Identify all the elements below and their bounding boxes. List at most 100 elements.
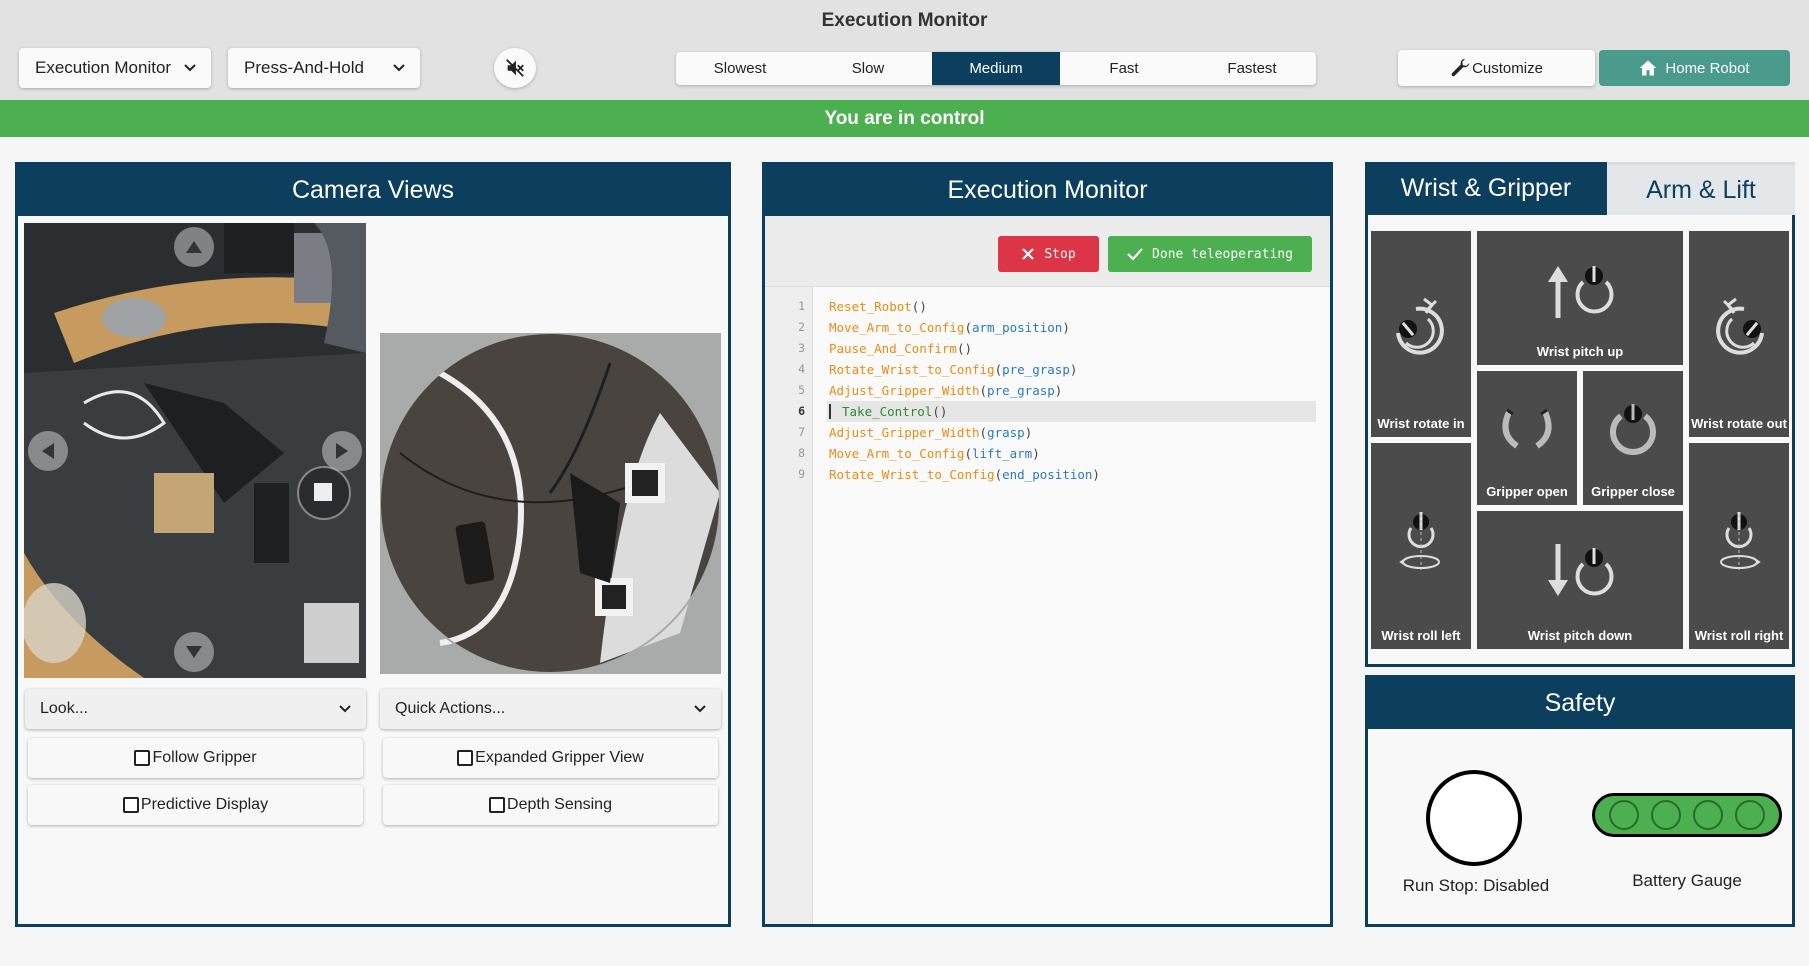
close-paren: )	[1032, 446, 1040, 461]
wrist-pitch-down-button[interactable]: Wrist pitch down	[1477, 511, 1683, 649]
wrist-rotate-out-label: Wrist rotate out	[1691, 416, 1787, 431]
speed-fastest[interactable]: Fastest	[1188, 52, 1316, 85]
speed-fast[interactable]: Fast	[1060, 52, 1188, 85]
wrist-roll-right-button[interactable]: Wrist roll right	[1689, 443, 1789, 649]
look-left-button[interactable]	[28, 431, 68, 471]
wrist-pitch-up-label: Wrist pitch up	[1536, 344, 1624, 359]
function-name: Take_Control	[842, 404, 933, 419]
argument: pre_grasp	[987, 383, 1055, 398]
open-paren: (	[979, 425, 988, 440]
code-line[interactable]: 1 Reset_Robot()	[765, 296, 1330, 317]
wrist-pitch-up-button[interactable]: Wrist pitch up	[1477, 231, 1683, 365]
expanded-gripper-view-toggle[interactable]: Expanded Gripper View	[383, 738, 718, 778]
code-line[interactable]: 6 Take_Control()	[765, 401, 1330, 422]
gripper-camera-feed[interactable]	[380, 333, 721, 674]
code-line[interactable]: 2 Move_Arm_to_Config(arm_position)	[765, 317, 1330, 338]
home-icon	[1640, 60, 1657, 76]
program-code-editor[interactable]: 1 Reset_Robot() 2 Move_Arm_to_Config(arm_po…	[765, 286, 1330, 924]
gripper-open-label: Gripper open	[1486, 484, 1568, 499]
open-paren: (	[994, 467, 1003, 482]
code-line[interactable]: 3 Pause_And_Confirm()	[765, 338, 1330, 359]
look-right-button[interactable]	[322, 431, 362, 471]
triangle-left-icon	[42, 443, 54, 459]
mode-dropdown[interactable]: Execution Monitor	[19, 48, 211, 88]
look-up-button[interactable]	[174, 227, 214, 267]
look-dropdown[interactable]: Look...	[25, 689, 366, 729]
gripper-close-button[interactable]: Gripper close	[1583, 371, 1683, 505]
action-mode-value: Press-And-Hold	[244, 58, 364, 77]
close-paren: )	[1054, 383, 1063, 398]
chevron-down-icon	[393, 64, 405, 72]
battery-gauge	[1592, 793, 1782, 837]
rotate-counterclockwise-icon	[1396, 297, 1444, 355]
code-line[interactable]: 7 Adjust_Gripper_Width(grasp)	[765, 422, 1330, 443]
home-robot-button[interactable]: Home Robot	[1599, 50, 1790, 86]
chevron-down-icon	[694, 705, 706, 713]
run-stop-button[interactable]	[1426, 770, 1522, 866]
home-robot-label: Home Robot	[1665, 59, 1750, 77]
safety-panel: Safety Run Stop: Disabled Battery Gauge	[1365, 675, 1795, 927]
checkbox-icon	[489, 797, 506, 813]
action-mode-dropdown[interactable]: Press-And-Hold	[228, 48, 420, 88]
stop-button[interactable]: Stop	[998, 236, 1099, 272]
mute-button[interactable]	[494, 48, 536, 88]
code-line[interactable]: 9 Rotate_Wrist_to_Config(end_position)	[765, 464, 1330, 485]
look-down-button[interactable]	[174, 632, 214, 672]
open-paren: (	[932, 404, 940, 419]
predictive-display-toggle[interactable]: Predictive Display	[28, 785, 363, 825]
wrist-gripper-panel: Wrist & Gripper Arm & Lift Wrist rotate …	[1365, 162, 1795, 667]
close-paren: )	[1069, 362, 1078, 377]
line-number: 4	[798, 362, 805, 376]
tab-arm-lift[interactable]: Arm & Lift	[1607, 162, 1795, 215]
tab-wrist-gripper[interactable]: Wrist & Gripper	[1365, 162, 1607, 215]
navigation-camera-feed[interactable]	[24, 223, 366, 678]
customize-label: Customize	[1472, 59, 1543, 77]
code-line[interactable]: 5 Adjust_Gripper_Width(pre_grasp)	[765, 380, 1330, 401]
speed-slow[interactable]: Slow	[804, 52, 932, 85]
argument: lift_arm	[972, 446, 1033, 461]
speed-medium[interactable]: Medium	[932, 52, 1060, 85]
wrist-rotate-in-label: Wrist rotate in	[1377, 416, 1465, 431]
camera-views-panel: Camera Views Look... Quick Actions... Fo…	[15, 162, 731, 927]
open-paren: (	[964, 320, 972, 335]
wrist-pitch-down-label: Wrist pitch down	[1527, 628, 1633, 643]
close-paren: )	[1062, 320, 1070, 335]
gripper-open-icon	[1502, 408, 1552, 449]
code-text: Move_Arm_to_Config(lift_arm)	[829, 443, 1040, 464]
roll-right-icon	[1720, 512, 1761, 570]
line-number: 7	[798, 425, 805, 439]
follow-gripper-toggle[interactable]: Follow Gripper	[28, 738, 363, 778]
wrist-roll-left-label: Wrist roll left	[1381, 628, 1461, 643]
roll-left-icon	[1399, 512, 1440, 570]
wrist-rotate-in-button[interactable]: Wrist rotate in	[1371, 231, 1471, 437]
argument: arm_position	[972, 320, 1063, 335]
page-title: Execution Monitor	[821, 10, 988, 31]
navigation-camera-image	[24, 223, 366, 678]
customize-button[interactable]: Customize	[1398, 50, 1595, 86]
code-text: Pause_And_Confirm()	[829, 338, 972, 359]
function-name: Move_Arm_to_Config	[829, 320, 965, 335]
mode-dropdown-value: Execution Monitor	[35, 58, 172, 77]
code-text: Adjust_Gripper_Width(pre_grasp)	[829, 380, 1062, 401]
speed-slowest[interactable]: Slowest	[676, 52, 804, 85]
line-number: 9	[798, 467, 805, 481]
gripper-camera-image	[380, 333, 721, 674]
code-line[interactable]: 8 Move_Arm_to_Config(lift_arm)	[765, 443, 1330, 464]
wrist-roll-left-button[interactable]: Wrist roll left	[1371, 443, 1471, 649]
gripper-open-button[interactable]: Gripper open	[1477, 371, 1577, 505]
function-name: Rotate_Wrist_to_Config	[829, 362, 995, 377]
depth-sensing-label: Depth Sensing	[507, 796, 612, 813]
wrist-rotate-out-button[interactable]: Wrist rotate out	[1689, 231, 1789, 437]
line-number: 3	[798, 341, 805, 355]
open-paren: (	[964, 446, 972, 461]
execution-monitor-panel: Execution Monitor Stop Done teleoperatin…	[762, 162, 1333, 927]
battery-cell	[1651, 800, 1681, 830]
checkbox-icon	[122, 797, 139, 813]
close-paren: )	[1024, 425, 1033, 440]
speed-selector: Slowest Slow Medium Fast Fastest	[676, 52, 1316, 85]
depth-sensing-toggle[interactable]: Depth Sensing	[383, 785, 718, 825]
done-teleoperating-button[interactable]: Done teleoperating	[1108, 236, 1312, 272]
code-line[interactable]: 4 Rotate_Wrist_to_Config(pre_grasp)	[765, 359, 1330, 380]
triangle-up-icon	[186, 241, 202, 253]
quick-actions-dropdown[interactable]: Quick Actions...	[380, 689, 721, 729]
